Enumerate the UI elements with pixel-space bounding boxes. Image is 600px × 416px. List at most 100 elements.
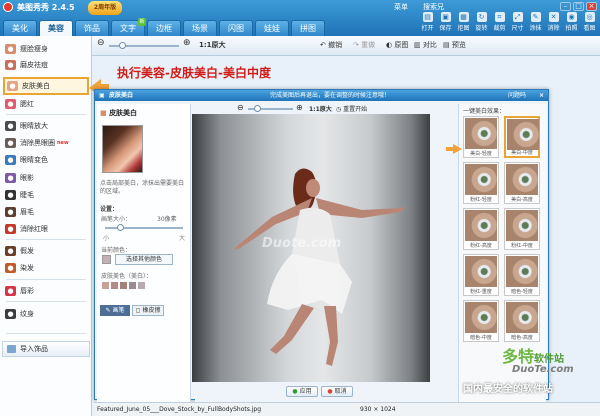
- brush-tool-button[interactable]: ✎ 画笔: [100, 305, 130, 316]
- preview-button[interactable]: ▤ 预览: [443, 40, 466, 50]
- tab-collage[interactable]: 拼图: [291, 20, 325, 36]
- zoom-out-icon[interactable]: ⊖: [97, 38, 105, 48]
- save-button[interactable]: ▣ 保存: [437, 12, 454, 32]
- open-button[interactable]: ▤ 打开: [419, 12, 436, 32]
- photo-canvas[interactable]: Duote.com: [192, 114, 430, 382]
- sidebar-item-3[interactable]: ● 腮红: [3, 97, 89, 111]
- big-label: 大: [179, 235, 186, 242]
- dialog-zoom-in-icon[interactable]: ⊕: [296, 103, 303, 112]
- tab-scene[interactable]: 场景: [183, 20, 217, 36]
- tab-accessories[interactable]: 饰品: [75, 20, 109, 36]
- preset-thumbnail[interactable]: 粉红-轻度: [463, 162, 499, 204]
- preset-thumbnail[interactable]: 粉红-重度: [463, 254, 499, 296]
- swatch[interactable]: [111, 282, 118, 289]
- tab-frame[interactable]: 边框: [147, 20, 181, 36]
- preset-thumbnail[interactable]: 暗色-高度: [504, 300, 540, 342]
- swatch[interactable]: [129, 282, 136, 289]
- tab-doll[interactable]: 娃娃: [255, 20, 289, 36]
- search-link[interactable]: 搜索兄: [423, 2, 444, 12]
- preset-thumbnail[interactable]: 美白-高度: [504, 162, 540, 204]
- rotate-icon: ↻: [476, 12, 487, 22]
- tab-beautify[interactable]: 美化: [3, 20, 37, 36]
- sidebar-item-2[interactable]: ● 皮肤美白: [3, 77, 89, 95]
- sidebar-item-8[interactable]: ● 睫毛: [3, 188, 89, 202]
- preset-thumbnail[interactable]: 美白-中度: [504, 116, 540, 158]
- dialog-zoom-slider[interactable]: [248, 105, 293, 112]
- close-icon[interactable]: ×: [586, 2, 597, 11]
- swatch[interactable]: [102, 282, 109, 289]
- eraser-tool-button[interactable]: ◻ 橡皮擦: [132, 305, 164, 316]
- brush-size-knob[interactable]: [117, 224, 124, 231]
- red-eye-icon: ●: [5, 224, 16, 234]
- tab-flash[interactable]: 闪图: [219, 20, 253, 36]
- preset-panel-title: 一键美白效果：: [463, 108, 506, 115]
- zoom-original-button[interactable]: 1:1原大: [199, 40, 226, 50]
- sidebar-item-6[interactable]: ● 眼睛变色: [3, 153, 89, 167]
- step-caption: 执行美容-皮肤美白-美白中度: [117, 66, 271, 80]
- brush-icon: ✎: [530, 12, 541, 22]
- sidebar-item-9[interactable]: ● 眉毛: [3, 205, 89, 219]
- sidebar-item-10[interactable]: ● 消除红眼: [3, 222, 89, 236]
- sidebar-item-13[interactable]: ● 唇彩: [3, 284, 89, 298]
- compare-button[interactable]: ▥ 对比: [414, 40, 437, 50]
- small-label: 小: [103, 235, 110, 242]
- redo-button[interactable]: ↷ 重做: [353, 40, 375, 50]
- dialog-zoom-original[interactable]: 1:1原大: [309, 104, 332, 113]
- original-button[interactable]: ◐ 原图: [386, 40, 408, 50]
- sidebar-item-14[interactable]: ● 纹身: [3, 307, 89, 321]
- import-accessory-button[interactable]: 导入饰品: [2, 341, 90, 357]
- brush-size-label: 画笔大小：: [101, 216, 132, 223]
- help-link[interactable]: 问题吗: [508, 90, 526, 101]
- zoom-in-icon[interactable]: ⊕: [183, 38, 191, 48]
- zoom-slider[interactable]: [109, 42, 179, 49]
- smudge-button[interactable]: ✎ 涂抹: [527, 12, 544, 32]
- swatch[interactable]: [120, 282, 127, 289]
- minimize-icon[interactable]: –: [560, 2, 571, 11]
- eye-enlarge-icon: ●: [5, 121, 16, 131]
- swatch[interactable]: [138, 282, 145, 289]
- tab-text[interactable]: 文字新: [111, 18, 146, 36]
- menu-link[interactable]: 菜单: [394, 2, 408, 12]
- preset-thumbnail[interactable]: 美白-轻度: [463, 116, 499, 158]
- preset-thumbnail[interactable]: 暗色-轻度: [504, 254, 540, 296]
- brush-size-slider[interactable]: [105, 224, 183, 231]
- dialog-zoom-knob[interactable]: [254, 105, 261, 112]
- current-color-label: 当前颜色：: [101, 247, 132, 254]
- app-logo-icon: [3, 2, 13, 12]
- resize-button[interactable]: ⤢ 尺寸: [509, 12, 526, 32]
- reset-button[interactable]: ◷ 重置开始: [336, 104, 367, 113]
- erase-button[interactable]: ✕ 消除: [545, 12, 562, 32]
- rotate-button[interactable]: ↻ 旋转: [473, 12, 490, 32]
- preset-thumbnail[interactable]: 粉红-高度: [463, 208, 499, 250]
- crop-button[interactable]: ⌗ 裁剪: [491, 12, 508, 32]
- preset-label: 美白-轻度: [470, 151, 492, 157]
- zoom-slider-knob[interactable]: [119, 42, 126, 49]
- view-button[interactable]: ◎ 看图: [581, 12, 598, 32]
- crop-photo-button[interactable]: ▦ 拒图: [455, 12, 472, 32]
- undo-button[interactable]: ↶ 撤销: [320, 40, 342, 50]
- sidebar-item-0[interactable]: ● 瘦脸瘦身: [3, 42, 89, 56]
- tab-beauty[interactable]: 美容: [39, 20, 73, 36]
- eye-preview-image: [465, 302, 497, 333]
- left-panel-title: ■ 皮肤美白: [100, 109, 138, 117]
- sidebar-item-label: 腮红: [20, 100, 34, 108]
- camera-button[interactable]: ◉ 拍照: [563, 12, 580, 32]
- apply-button[interactable]: ● 应用: [286, 386, 318, 397]
- cancel-button[interactable]: ● 取消: [321, 386, 353, 397]
- maximize-icon[interactable]: □: [573, 2, 584, 11]
- sidebar-divider: [6, 333, 86, 334]
- eyeshadow-icon: ●: [5, 173, 16, 183]
- tattoo-icon: ●: [5, 309, 16, 319]
- sidebar-item-7[interactable]: ● 眼影: [3, 171, 89, 185]
- beauty-sidebar: ● 瘦脸瘦身 ● 磨皮祛痘 ● 皮肤美白 ● 腮红 ● 眼睛放大 ● 消除黑眼圈 new ● 眼睛变色 ● 眼影…: [0, 36, 92, 416]
- preset-thumbnail[interactable]: 暗色-中度: [463, 300, 499, 342]
- sidebar-item-12[interactable]: ● 染发: [3, 261, 89, 275]
- sidebar-item-4[interactable]: ● 眼睛放大: [3, 119, 89, 133]
- sidebar-item-1[interactable]: ● 磨皮祛痘: [3, 58, 89, 72]
- dialog-close-icon[interactable]: ×: [539, 90, 544, 101]
- sidebar-item-11[interactable]: ● 假发: [3, 244, 89, 258]
- preset-thumbnail[interactable]: 粉红-中度: [504, 208, 540, 250]
- sidebar-item-5[interactable]: ● 消除黑眼圈 new: [3, 136, 89, 150]
- dialog-zoom-out-icon[interactable]: ⊖: [237, 103, 244, 112]
- pick-color-button[interactable]: 选择其他颜色: [115, 254, 173, 265]
